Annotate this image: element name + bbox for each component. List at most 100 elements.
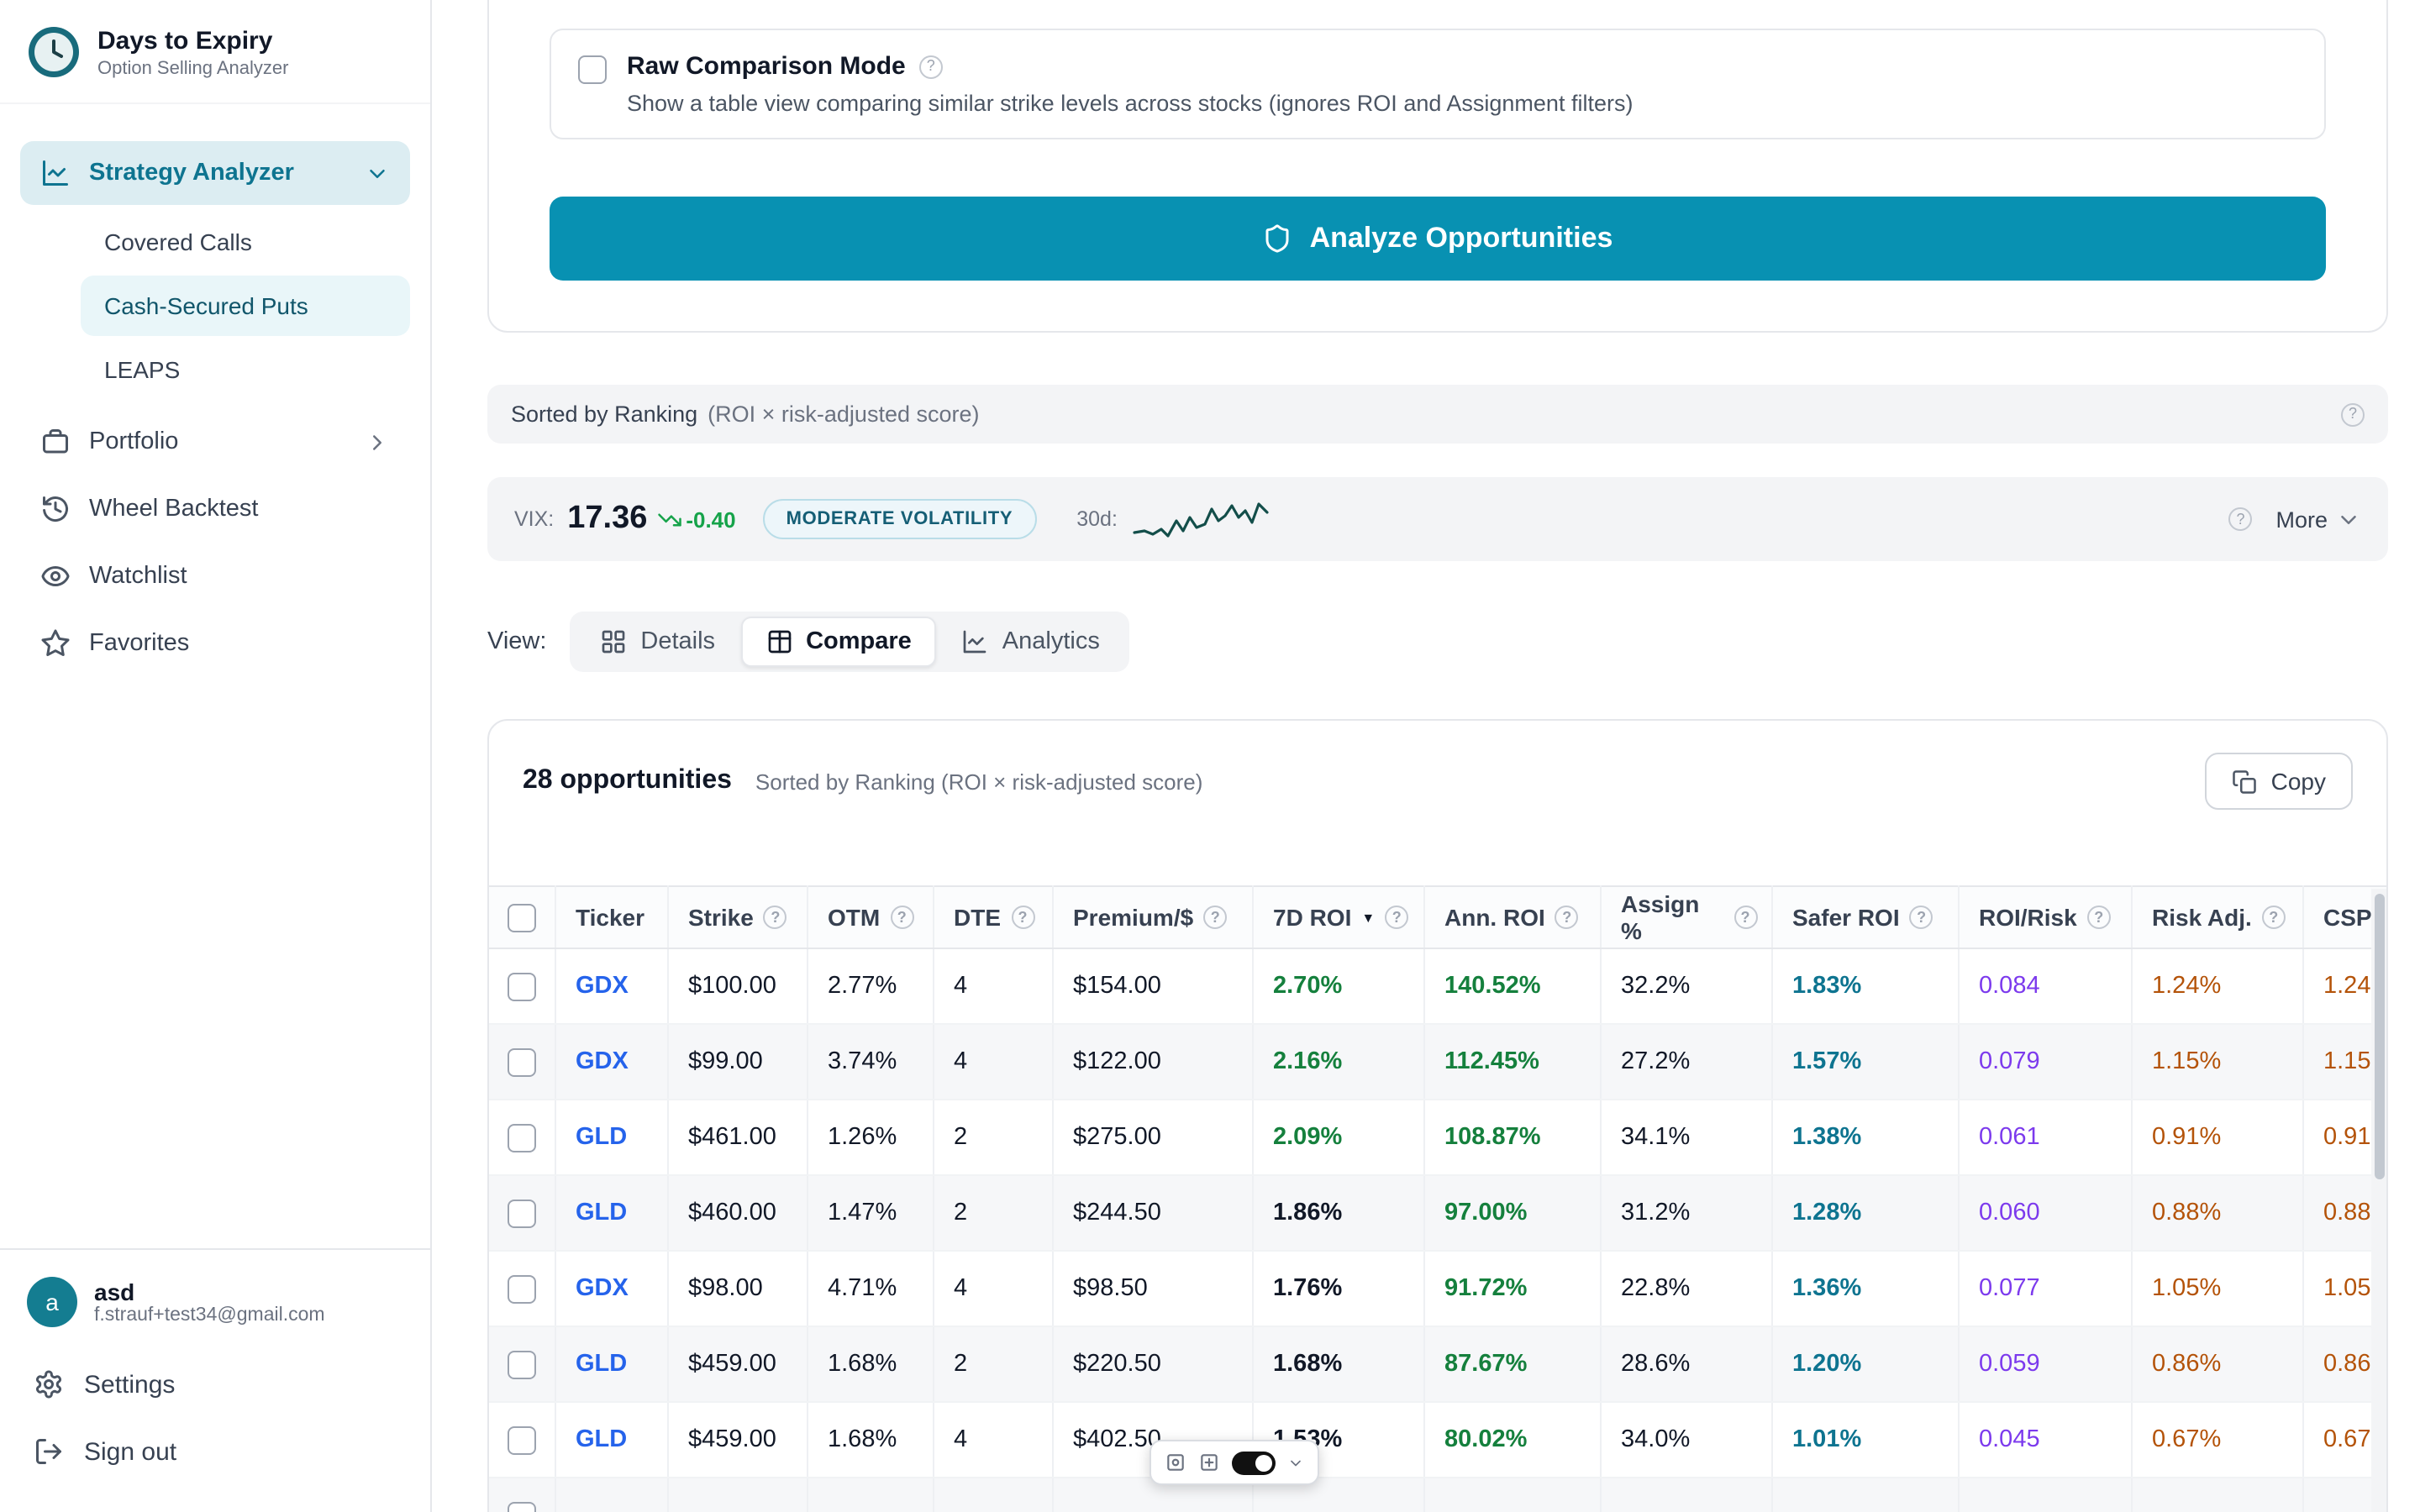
- cell-ticker[interactable]: GDX: [555, 1024, 667, 1100]
- column-header-ann_roi[interactable]: Ann. ROI?: [1423, 886, 1600, 948]
- sort-summary-bar: Sorted by Ranking (ROI × risk-adjusted s…: [487, 385, 2388, 444]
- row-checkbox[interactable]: [508, 1425, 536, 1454]
- cell-ann_roi: 91.72%: [1423, 1251, 1600, 1326]
- raw-comparison-checkbox[interactable]: [578, 55, 607, 84]
- help-icon[interactable]: ?: [919, 55, 943, 78]
- cell-ticker[interactable]: GLD: [555, 1175, 667, 1251]
- vix-change: -0.40: [686, 507, 735, 532]
- cell-premium: $244.50: [1052, 1175, 1252, 1251]
- cell-safer_roi: 1.57%: [1771, 1024, 1958, 1100]
- toggle-label: Details: [640, 628, 715, 655]
- column-header-strike[interactable]: Strike?: [667, 886, 807, 948]
- view-toggle-details[interactable]: Details: [575, 617, 740, 667]
- view-toggle-compare[interactable]: Compare: [740, 617, 937, 667]
- table-row: GLD$461.001.26%2$275.002.09%108.87%34.1%…: [489, 1100, 2388, 1175]
- results-count: 28 opportunities: [523, 766, 732, 796]
- column-label: Ticker: [576, 904, 644, 931]
- cell-ticker[interactable]: GLD: [555, 1100, 667, 1175]
- toggle-switch[interactable]: [1232, 1451, 1276, 1474]
- sidebar-item-leaps[interactable]: LEAPS: [81, 339, 410, 400]
- copy-button[interactable]: Copy: [2206, 753, 2353, 810]
- help-icon[interactable]: ?: [1011, 906, 1034, 929]
- table-row: GLD$460.001.47%2$244.501.86%97.00%31.2%1…: [489, 1175, 2388, 1251]
- column-header-dte[interactable]: DTE?: [933, 886, 1052, 948]
- view-toggle-analytics[interactable]: Analytics: [937, 617, 1125, 667]
- user-info[interactable]: a asd f.strauf+test34@gmail.com: [27, 1277, 403, 1327]
- column-header-assign[interactable]: Assign %?: [1600, 886, 1771, 948]
- help-icon[interactable]: ?: [890, 906, 913, 929]
- cell-safer_roi: 1.28%: [1771, 1175, 1958, 1251]
- cell-ann_roi: 140.52%: [1423, 948, 1600, 1024]
- analyze-opportunities-button[interactable]: Analyze Opportunities: [550, 197, 2326, 281]
- table-icon: [765, 628, 792, 655]
- sidebar: Days to Expiry Option Selling Analyzer S…: [0, 0, 432, 1512]
- sidebar-item-favorites[interactable]: Favorites: [20, 612, 410, 675]
- cell-premium: $122.00: [1052, 1024, 1252, 1100]
- row-checkbox[interactable]: [508, 1123, 536, 1152]
- sidebar-item-wheel-backtest[interactable]: Wheel Backtest: [20, 477, 410, 541]
- vertical-scrollbar[interactable]: [2371, 889, 2386, 1512]
- sign-out-label: Sign out: [84, 1437, 176, 1466]
- sidebar-item-covered-calls[interactable]: Covered Calls: [81, 212, 410, 272]
- help-icon[interactable]: ?: [2341, 402, 2365, 426]
- cell-otm: 1.68%: [807, 1326, 933, 1402]
- cell-safer_roi: 1.36%: [1771, 1251, 1958, 1326]
- cell-otm: 3.74%: [807, 1024, 933, 1100]
- column-header-otm[interactable]: OTM?: [807, 886, 933, 948]
- cell-otm: 2.77%: [807, 948, 933, 1024]
- cell-premium: $98.50: [1052, 1251, 1252, 1326]
- sidebar-item-watchlist[interactable]: Watchlist: [20, 544, 410, 608]
- row-checkbox[interactable]: [508, 972, 536, 1000]
- row-checkbox[interactable]: [508, 1047, 536, 1076]
- sidebar-item-strategy-analyzer[interactable]: Strategy Analyzer: [20, 141, 410, 205]
- help-icon[interactable]: ?: [1910, 906, 1933, 929]
- sidebar-item-label: Wheel Backtest: [89, 496, 259, 522]
- user-email: f.strauf+test34@gmail.com: [94, 1306, 325, 1326]
- row-checkbox[interactable]: [508, 1199, 536, 1227]
- row-checkbox[interactable]: [508, 1274, 536, 1303]
- column-header-risk_adj[interactable]: Risk Adj.?: [2131, 886, 2302, 948]
- column-label: 7D ROI: [1273, 904, 1351, 931]
- help-icon[interactable]: ?: [2262, 906, 2286, 929]
- view-toggle-group: Details Compare Analytics: [570, 612, 1129, 672]
- table-row-partial: [489, 1478, 2388, 1512]
- column-label: Strike: [688, 904, 754, 931]
- column-header-ticker[interactable]: Ticker: [555, 886, 667, 948]
- column-header-roi_risk[interactable]: ROI/Risk?: [1958, 886, 2131, 948]
- help-icon[interactable]: ?: [1203, 906, 1227, 929]
- help-icon[interactable]: ?: [2228, 507, 2252, 531]
- column-label: OTM: [828, 904, 880, 931]
- help-icon[interactable]: ?: [1555, 906, 1579, 929]
- column-label: Ann. ROI: [1444, 904, 1545, 931]
- help-icon[interactable]: ?: [2087, 906, 2111, 929]
- scrollbar-thumb[interactable]: [2374, 894, 2384, 1179]
- settings-button[interactable]: Settings: [27, 1351, 403, 1418]
- help-icon[interactable]: ?: [1385, 906, 1408, 929]
- sidebar-item-portfolio[interactable]: Portfolio: [20, 410, 410, 474]
- app-title: Days to Expiry: [97, 26, 288, 55]
- more-button[interactable]: More: [2275, 507, 2361, 532]
- cell-ticker[interactable]: GLD: [555, 1326, 667, 1402]
- cell-ticker[interactable]: GDX: [555, 1251, 667, 1326]
- row-checkbox[interactable]: [508, 1350, 536, 1378]
- capture-plus-icon[interactable]: [1198, 1452, 1220, 1473]
- help-icon[interactable]: ?: [764, 906, 787, 929]
- column-header-safer_roi[interactable]: Safer ROI?: [1771, 886, 1958, 948]
- cell-ann_roi: 87.67%: [1423, 1326, 1600, 1402]
- cell-ticker[interactable]: GDX: [555, 948, 667, 1024]
- column-header-premium[interactable]: Premium/$?: [1052, 886, 1252, 948]
- cell-ticker[interactable]: GLD: [555, 1402, 667, 1478]
- line-chart-icon: [962, 628, 989, 655]
- floating-toolbar[interactable]: [1150, 1440, 1319, 1485]
- capture-icon[interactable]: [1165, 1452, 1186, 1473]
- chevron-down-icon[interactable]: [1287, 1454, 1304, 1471]
- sidebar-item-cash-secured-puts[interactable]: Cash-Secured Puts: [81, 276, 410, 336]
- sign-out-button[interactable]: Sign out: [27, 1418, 403, 1485]
- column-header-roi7d[interactable]: 7D ROI▼?: [1252, 886, 1423, 948]
- row-checkbox[interactable]: [508, 1501, 536, 1512]
- cell-dte: 2: [933, 1100, 1052, 1175]
- help-icon[interactable]: ?: [1733, 906, 1757, 929]
- cell-roi7d: 1.86%: [1252, 1175, 1423, 1251]
- table-row: GDX$100.002.77%4$154.002.70%140.52%32.2%…: [489, 948, 2388, 1024]
- select-all-checkbox[interactable]: [508, 904, 536, 932]
